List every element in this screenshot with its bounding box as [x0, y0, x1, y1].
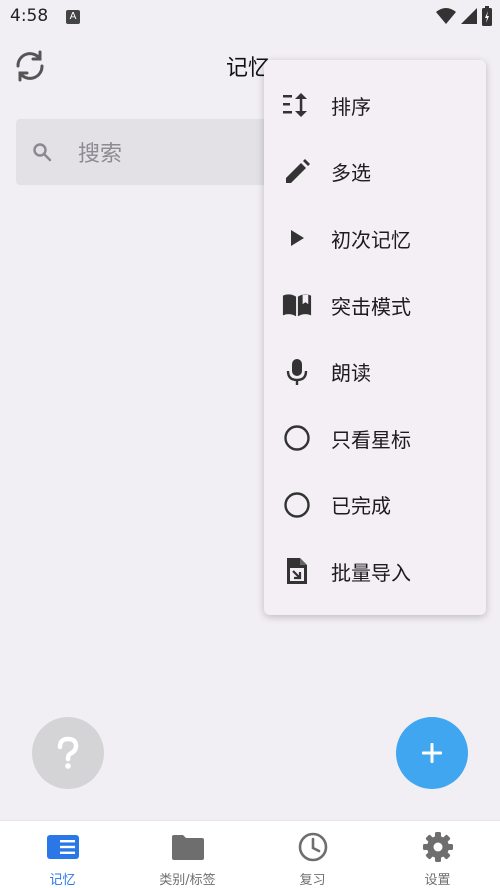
plus-icon	[422, 743, 442, 763]
question-icon	[57, 736, 79, 769]
menu-item-batch-import[interactable]: 批量导入	[264, 538, 486, 605]
clock-icon	[296, 831, 330, 863]
book-icon	[282, 290, 312, 320]
status-time: 4:58	[10, 6, 49, 26]
pencil-icon	[282, 157, 312, 187]
card-list-icon	[46, 831, 80, 863]
menu-item-label: 批量导入	[331, 560, 411, 585]
nav-label: 记忆	[49, 873, 76, 888]
menu-item-read-aloud[interactable]: 朗读	[264, 338, 486, 405]
search-input[interactable]: 搜索	[16, 119, 296, 185]
search-icon	[33, 143, 52, 162]
menu-item-first-memorize[interactable]: 初次记忆	[264, 205, 486, 272]
add-button[interactable]	[396, 717, 468, 789]
menu-item-label: 初次记忆	[331, 227, 411, 252]
overflow-menu: 排序 多选 初次记忆 突击模式 朗读 只看星标 已完成 批量导入	[264, 60, 486, 615]
menu-item-label: 多选	[331, 161, 371, 186]
sync-icon	[16, 50, 44, 82]
gear-icon	[421, 831, 455, 863]
nav-label: 复习	[299, 873, 326, 888]
menu-item-starred-only[interactable]: 只看星标	[264, 405, 486, 472]
nav-item-memorize[interactable]: 记忆	[0, 821, 125, 888]
battery-icon	[482, 6, 492, 26]
menu-item-label: 朗读	[331, 361, 371, 386]
menu-item-blitz-mode[interactable]: 突击模式	[264, 272, 486, 339]
signal-icon	[461, 8, 477, 24]
nav-item-categories[interactable]: 类别/标签	[125, 821, 250, 888]
notification-icon: A	[66, 10, 80, 24]
microphone-icon	[282, 357, 312, 387]
bottom-nav: 记忆 类别/标签 复习 设置	[0, 820, 500, 888]
status-bar: 4:58 A	[0, 0, 500, 36]
menu-item-completed[interactable]: 已完成	[264, 472, 486, 539]
sort-icon	[282, 90, 312, 120]
menu-item-label: 已完成	[331, 494, 391, 519]
radio-empty-icon	[282, 490, 312, 520]
menu-item-label: 突击模式	[331, 294, 411, 319]
menu-item-label: 只看星标	[331, 427, 411, 452]
search-placeholder: 搜索	[78, 142, 123, 167]
wifi-icon	[436, 8, 456, 24]
menu-item-label: 排序	[331, 94, 371, 119]
menu-item-multiselect[interactable]: 多选	[264, 139, 486, 206]
radio-empty-icon	[282, 423, 312, 453]
help-button[interactable]	[32, 717, 104, 789]
nav-label: 类别/标签	[159, 873, 216, 888]
nav-label: 设置	[424, 873, 451, 888]
status-icons	[436, 6, 492, 26]
sync-button[interactable]	[10, 46, 50, 86]
nav-item-settings[interactable]: 设置	[375, 821, 500, 888]
play-icon	[282, 223, 312, 253]
folder-icon	[171, 831, 205, 863]
nav-item-review[interactable]: 复习	[250, 821, 375, 888]
file-import-icon	[282, 556, 312, 586]
menu-item-sort[interactable]: 排序	[264, 72, 486, 139]
